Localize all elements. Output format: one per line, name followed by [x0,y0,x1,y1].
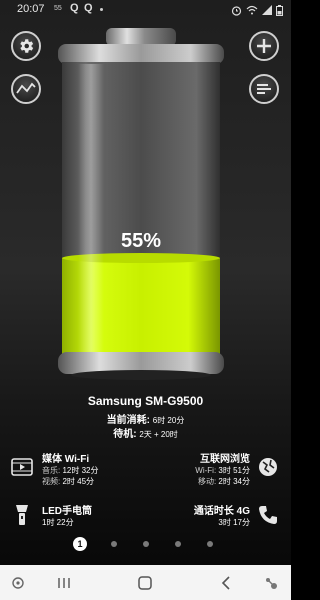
media-wifi-title: 媒体 Wi-Fi [42,454,90,465]
status-battery-percent: 55 [54,5,62,12]
q-icon: Q [84,2,93,14]
media-video-value: 2时 45分 [62,477,95,486]
standby-line: 待机: 2天 + 20时 [0,425,291,440]
back-icon [221,576,230,590]
internet-mobile-label: 移动: [197,477,217,486]
media-icon[interactable] [10,455,34,479]
page-dot[interactable] [207,541,213,547]
internet-wifi-value: 3时 51分 [218,466,250,475]
phone-icon [259,506,277,524]
battery-base [71,370,211,380]
add-button[interactable] [249,31,279,61]
battery-shine [78,64,104,360]
usage-value: 6时 20分 [152,416,185,425]
device-name: Samsung SM-G9500 [87,394,204,408]
status-time: 20:07 [17,3,45,15]
flashlight-icon [16,505,28,525]
nav-extra-button[interactable] [6,571,30,595]
battery-icon [276,4,283,16]
dots-icon [12,577,24,589]
battery-percent-label: 55% [121,230,161,252]
recent-apps-button[interactable] [52,571,76,595]
call-title: 通话时长 4G [193,506,250,517]
signal-icon [262,5,272,15]
back-button[interactable] [214,571,238,595]
battery-cap [106,28,176,46]
standby-value: 2天 + 20时 [139,430,178,439]
internet-wifi-label: Wi-Fi: [195,466,217,475]
app-screen: 20:07 55 Q Q 55% Samsung SM-G9500 当前消耗: … [0,0,291,600]
media-music-value: 12时 32分 [62,466,99,475]
chart-line-icon [16,82,36,94]
media-video-label: 视频: [42,477,61,486]
usage-line: 当前消耗: 6时 20分 [0,411,291,426]
globe-icon [259,458,277,476]
alarm-icon [231,5,242,16]
battery-graphic: 55% [58,28,224,380]
internet-title: 互联网浏览 [200,454,250,465]
wifi-icon [246,5,258,15]
assistant-icon [266,578,277,589]
page-dot[interactable] [175,541,181,547]
internet-mobile-line: 移动: 2时 34分 [198,476,250,487]
flashlight-title: LED手电筒 [42,506,92,517]
battery-top-ring [58,44,224,64]
call-icon-button[interactable] [256,503,280,527]
home-icon [138,576,152,590]
home-button[interactable] [133,571,157,595]
recent-apps-icon [58,578,70,588]
film-music-icon [11,458,33,476]
notification-dot-icon [100,8,103,11]
graph-button[interactable] [11,74,41,104]
navigation-bar [0,565,291,600]
gear-icon [20,39,34,53]
list-icon [257,84,271,94]
settings-button[interactable] [11,31,41,61]
internet-wifi-line: Wi-Fi: 3时 51分 [195,465,250,476]
internet-icon[interactable] [256,455,280,479]
page-dot[interactable] [111,541,117,547]
status-icons [231,4,283,16]
standby-label: 待机: [113,429,137,440]
q-icon: Q [70,2,79,14]
menu-button[interactable] [249,74,279,104]
page-indicator: 1 [0,537,291,551]
internet-mobile-value: 2时 34分 [218,477,250,486]
call-value: 3时 17分 [218,517,250,528]
media-music-line: 音乐: 12时 32分 [42,465,99,476]
page-dot[interactable] [143,541,149,547]
flashlight-time: 1时 22分 [42,518,74,527]
page-dot-active[interactable]: 1 [73,537,87,551]
flashlight-icon-button[interactable] [10,503,34,527]
assistant-button[interactable] [259,571,283,595]
status-bar: 20:07 55 Q Q [0,0,291,20]
flashlight-value: 1时 22分 [42,517,74,528]
media-music-label: 音乐: [42,466,61,475]
call-time: 3时 17分 [218,518,250,527]
plus-icon [257,39,271,53]
media-video-line: 视频: 2时 45分 [42,476,94,487]
